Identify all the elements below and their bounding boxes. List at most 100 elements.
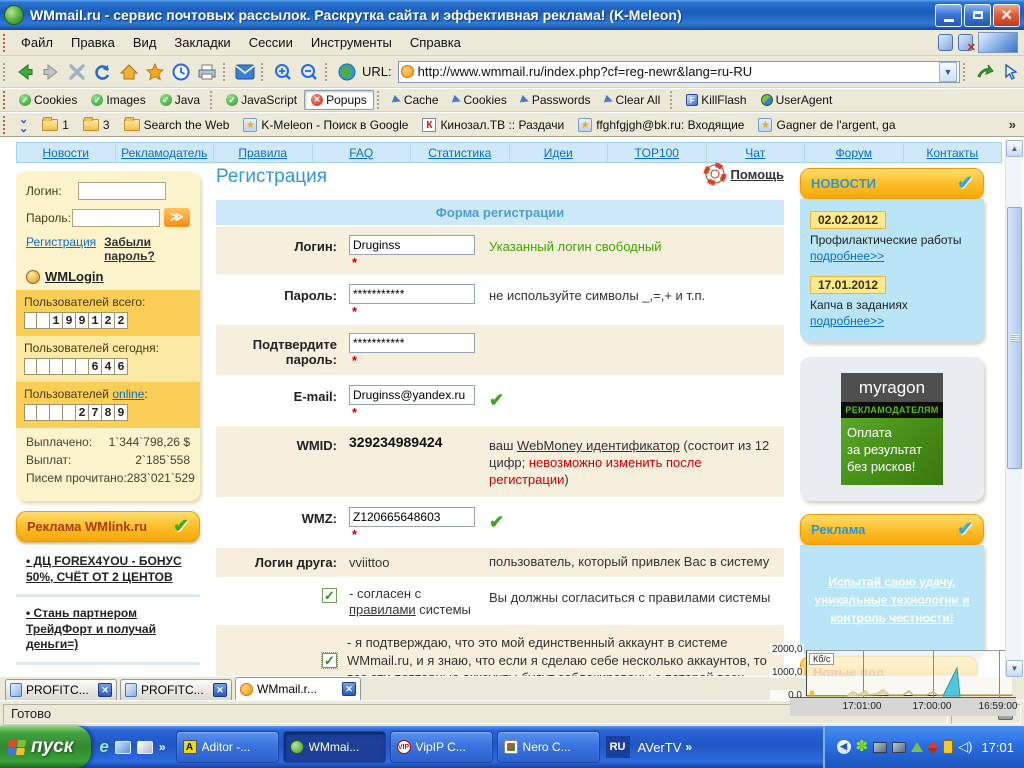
menu-file[interactable]: Файл xyxy=(12,32,62,53)
language-indicator[interactable]: RU xyxy=(605,736,630,758)
icq-icon[interactable]: ✽ xyxy=(856,739,869,754)
clear-all-button[interactable]: Clear All xyxy=(598,90,668,110)
bookmark-gagner[interactable]: ★ Gagner de l'argent, ga xyxy=(751,116,902,134)
nav-faq[interactable]: FAQ xyxy=(313,143,411,162)
clear-cache-button[interactable]: Cache xyxy=(386,90,446,110)
myragon-banner[interactable]: myragon РЕКЛАМОДАТЕЛЯМ Оплата за результ… xyxy=(841,373,943,485)
volume-icon[interactable]: ◁) xyxy=(958,739,972,755)
menu-sessions[interactable]: Сессии xyxy=(240,32,302,53)
back-button[interactable] xyxy=(12,59,38,85)
zoom-out-button[interactable] xyxy=(296,59,322,85)
clear-cookies-button[interactable]: Cookies xyxy=(446,90,514,110)
password-input[interactable] xyxy=(349,284,475,304)
forward-button[interactable] xyxy=(38,59,64,85)
quick-launch-chevron[interactable]: » xyxy=(159,740,166,754)
nav-stats[interactable]: Статистика xyxy=(411,143,510,162)
nav-forum[interactable]: Форум xyxy=(805,143,904,162)
bookmarks-button[interactable] xyxy=(142,59,168,85)
toggle-javascript[interactable]: ✓ JavaScript xyxy=(219,90,304,110)
wmz-input[interactable] xyxy=(349,506,475,527)
home-button[interactable] xyxy=(116,59,142,85)
forgot-password-link[interactable]: Забыли пароль? xyxy=(104,235,190,263)
new-layer-icon[interactable] xyxy=(938,34,953,51)
traffic-arrows-icon[interactable] xyxy=(928,740,939,754)
bookmark-folder-3[interactable]: 3 xyxy=(76,116,117,134)
close-layer-icon[interactable] xyxy=(958,34,976,54)
print-button[interactable] xyxy=(194,59,220,85)
network-icon[interactable] xyxy=(892,741,907,753)
start-button[interactable]: пуск xyxy=(0,726,92,768)
bookmark-kinozal[interactable]: К Кинозал.ТВ :: Раздачи xyxy=(415,116,571,134)
page-scrollbar[interactable]: ▲ ▼ xyxy=(1005,140,1023,677)
nav-news[interactable]: Новости xyxy=(17,143,116,162)
bookmark-kmeleon-google[interactable]: ★ K-Meleon - Поиск в Google xyxy=(236,116,415,134)
useragent-button[interactable]: UserAgent xyxy=(754,90,840,110)
task-wmmail[interactable]: WMmai... xyxy=(282,731,386,763)
bookmarks-menu-button[interactable]: ⌄ ⌄ xyxy=(12,114,35,136)
bookmark-folder-1[interactable]: 1 xyxy=(35,116,76,134)
register-link[interactable]: Регистрация xyxy=(26,235,96,263)
go-button[interactable] xyxy=(972,59,998,85)
ie-icon[interactable]: e xyxy=(99,737,108,757)
media-window-icon[interactable] xyxy=(136,740,153,754)
login-input[interactable] xyxy=(349,235,475,255)
toggle-popups[interactable]: ✕ Popups xyxy=(304,90,374,110)
translate-button[interactable] xyxy=(334,59,360,85)
webmoney-id-link[interactable]: WebMoney идентификатор xyxy=(517,438,680,453)
minimize-button[interactable] xyxy=(935,3,962,27)
network-icon[interactable] xyxy=(873,741,888,753)
nav-chat[interactable]: Чат xyxy=(707,143,805,162)
help-link[interactable]: Помощь xyxy=(731,167,784,182)
menu-help[interactable]: Справка xyxy=(401,32,470,53)
scrollbar-thumb[interactable] xyxy=(1007,207,1022,469)
ad-link[interactable]: • КАК ЗАРАБОТАТЬ 20$ В ДЕНЬ И БОЛЕЕ xyxy=(16,664,200,676)
update-arrow-icon[interactable] xyxy=(911,742,924,752)
task-nero[interactable]: Nero C... xyxy=(496,731,600,763)
killflash-button[interactable]: F KillFlash xyxy=(679,90,753,110)
menu-edit[interactable]: Правка xyxy=(62,32,124,53)
close-button[interactable]: ✕ xyxy=(993,3,1020,27)
toggle-java[interactable]: ✓ Java xyxy=(153,90,207,110)
single-account-checkbox[interactable]: ✓ xyxy=(321,652,338,670)
bookmarks-overflow-chevron[interactable]: » xyxy=(1001,117,1024,132)
history-button[interactable] xyxy=(168,59,194,85)
tab-profitc-1[interactable]: PROFITC... ✕ xyxy=(5,679,117,700)
tab-wmmail-active[interactable]: WMmail.r... ✕ xyxy=(235,677,361,700)
taskbar-chevron[interactable]: » xyxy=(685,740,692,754)
clear-passwords-button[interactable]: Passwords xyxy=(514,90,598,110)
ad-panel-link[interactable]: Испытай свою удачу, уникальные технологи… xyxy=(814,575,969,625)
nav-contacts[interactable]: Контакты xyxy=(904,143,1002,162)
toggle-images[interactable]: ✓ Images xyxy=(84,90,152,110)
rules-link[interactable]: правилами xyxy=(349,602,416,617)
restore-button[interactable] xyxy=(964,3,991,27)
news-more-link[interactable]: подробнее>> xyxy=(810,314,884,328)
zoom-in-button[interactable] xyxy=(270,59,296,85)
url-input[interactable] xyxy=(417,64,939,79)
nav-rules[interactable]: Правила xyxy=(214,143,313,162)
sidebar-password-input[interactable] xyxy=(71,208,160,227)
wmlogin-link[interactable]: WMLogin xyxy=(16,265,200,290)
ad-link[interactable]: • Стань партнером ТрейдФорт и получай де… xyxy=(16,597,200,665)
toggle-cookies[interactable]: ✓ Cookies xyxy=(12,90,84,110)
tab-profitc-2[interactable]: PROFITC... ✕ xyxy=(120,679,232,700)
task-avertv[interactable]: AVerTV xyxy=(634,740,686,755)
scroll-up-button[interactable]: ▲ xyxy=(1006,140,1023,157)
menu-bookmarks[interactable]: Закладки xyxy=(165,32,239,53)
tab-close-icon[interactable]: ✕ xyxy=(342,682,356,696)
battery-icon[interactable] xyxy=(943,740,954,754)
nav-top100[interactable]: TOP100 xyxy=(608,143,707,162)
url-dropdown-button[interactable]: ▼ xyxy=(939,61,957,82)
confirm-password-input[interactable] xyxy=(349,333,475,353)
bookmark-mail-inbox[interactable]: ★ ffghfgjgh@bk.ru: Входящие xyxy=(571,116,751,134)
nav-advertiser[interactable]: Рекламодатель xyxy=(116,143,214,162)
ad-link[interactable]: • ДЦ FOREX4YOU - БОНУС 50%, СЧЁТ ОТ 2 ЦЕ… xyxy=(16,545,200,598)
stop-button[interactable] xyxy=(64,59,90,85)
online-link[interactable]: online xyxy=(112,387,144,401)
select-button[interactable] xyxy=(998,59,1024,85)
news-more-link[interactable]: подробнее>> xyxy=(810,249,884,263)
email-input[interactable] xyxy=(349,385,475,405)
reload-button[interactable] xyxy=(90,59,116,85)
tray-collapse-icon[interactable]: ◀ xyxy=(836,740,851,754)
tab-close-icon[interactable]: ✕ xyxy=(213,683,227,697)
show-desktop-icon[interactable] xyxy=(114,740,131,754)
